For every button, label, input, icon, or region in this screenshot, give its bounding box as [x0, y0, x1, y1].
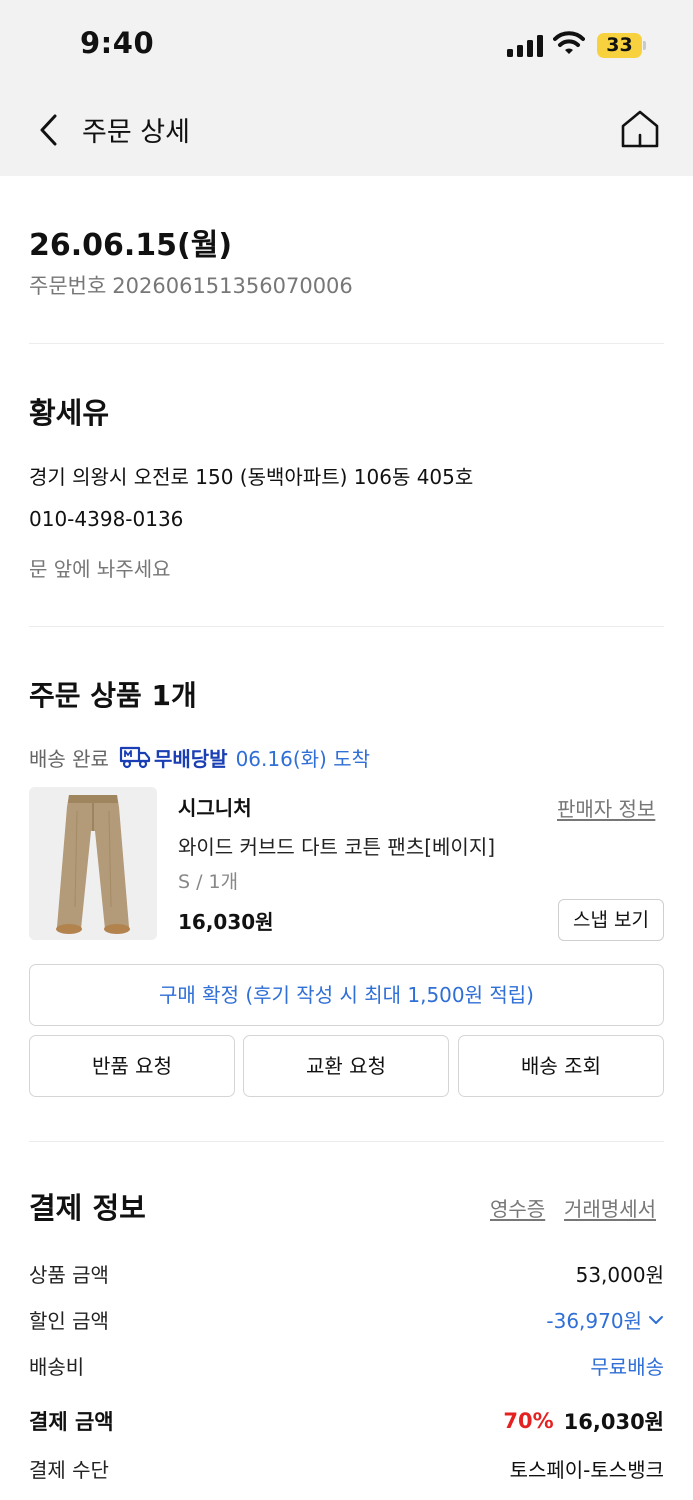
back-arrow-icon[interactable] — [34, 112, 64, 148]
discount-amount: -36,970원 — [546, 1309, 642, 1333]
total-value: 70% 16,030원 — [503, 1406, 664, 1436]
delivery-memo: 문 앞에 놔주세요 — [29, 557, 171, 581]
discount-value[interactable]: -36,970원 — [546, 1305, 664, 1334]
battery-icon: 33 — [597, 33, 647, 58]
payment-label: 결제 수단 — [29, 1458, 109, 1482]
mubae-delivery-icon — [119, 746, 151, 769]
home-icon[interactable] — [619, 108, 661, 150]
order-number: 주문번호 202606151356070006 — [29, 270, 353, 300]
shipping-status-line: 배송 완료 무배당발 06.16(화) 도착 — [29, 742, 370, 772]
payment-label: 상품 금액 — [29, 1263, 109, 1287]
payment-label: 결제 금액 — [29, 1410, 114, 1434]
payment-value: 53,000원 — [575, 1263, 664, 1287]
chevron-down-icon[interactable] — [648, 1314, 664, 1326]
wifi-icon — [553, 31, 585, 54]
product-price: 16,030원 — [178, 910, 274, 934]
divider — [29, 626, 664, 627]
exchange-request-button[interactable]: 교환 요청 — [243, 1035, 449, 1097]
payment-label: 배송비 — [29, 1355, 85, 1379]
transaction-statement-link[interactable]: 거래명세서 — [564, 1193, 656, 1222]
payment-row-discount[interactable]: 할인 금액 -36,970원 — [29, 1305, 664, 1335]
divider — [29, 343, 664, 344]
payment-method-value: 토스페이-토스뱅크 — [509, 1458, 664, 1482]
product-option: S / 1개 — [178, 871, 239, 893]
total-amount: 16,030원 — [563, 1410, 664, 1434]
order-items-title: 주문 상품 1개 — [29, 679, 197, 712]
battery-level: 33 — [606, 34, 633, 56]
top-bar: 9:40 33 주문 상세 — [0, 0, 693, 176]
page-title: 주문 상세 — [82, 117, 190, 148]
seller-info-link[interactable]: 판매자 정보 — [557, 793, 655, 822]
product-image[interactable] — [29, 787, 157, 940]
free-shipping-badge: 무배당발 — [153, 746, 228, 771]
payment-label: 할인 금액 — [29, 1309, 109, 1333]
receipt-link[interactable]: 영수증 — [490, 1193, 545, 1222]
payment-row-method: 결제 수단 토스페이-토스뱅크 — [29, 1454, 664, 1484]
shipping-fee-value: 무료배송 — [590, 1355, 664, 1379]
product-name[interactable]: 와이드 커브드 다트 코튼 팬츠[베이지] — [178, 831, 495, 860]
arrival-date: 06.16(화) 도착 — [235, 746, 370, 771]
payment-row-total: 결제 금액 70% 16,030원 — [29, 1406, 664, 1436]
cellular-signal-icon — [507, 33, 543, 57]
discount-rate: 70% — [503, 1409, 554, 1433]
recipient-phone: 010-4398-0136 — [29, 507, 184, 531]
shipping-status: 배송 완료 — [29, 746, 109, 771]
payment-info-title: 결제 정보 — [29, 1191, 146, 1225]
order-number-label: 주문번호 — [29, 274, 107, 298]
payment-row-product-amount: 상품 금액 53,000원 — [29, 1259, 664, 1289]
payment-row-shipping: 배송비 무료배송 — [29, 1351, 664, 1381]
order-number-value: 202606151356070006 — [112, 274, 353, 298]
product-brand[interactable]: 시그니처 — [178, 792, 252, 821]
purchase-confirm-button[interactable]: 구매 확정 (후기 작성 시 최대 1,500원 적립) — [29, 964, 664, 1026]
snap-view-button[interactable]: 스냅 보기 — [558, 899, 664, 941]
recipient-name: 황세유 — [29, 396, 110, 430]
divider — [29, 1141, 664, 1142]
delivery-address: 경기 의왕시 오전로 150 (동백아파트) 106동 405호 — [29, 465, 474, 489]
order-date: 26.06.15(월) — [29, 228, 233, 263]
status-time: 9:40 — [80, 26, 155, 60]
return-request-button[interactable]: 반품 요청 — [29, 1035, 235, 1097]
delivery-tracking-button[interactable]: 배송 조회 — [458, 1035, 664, 1097]
